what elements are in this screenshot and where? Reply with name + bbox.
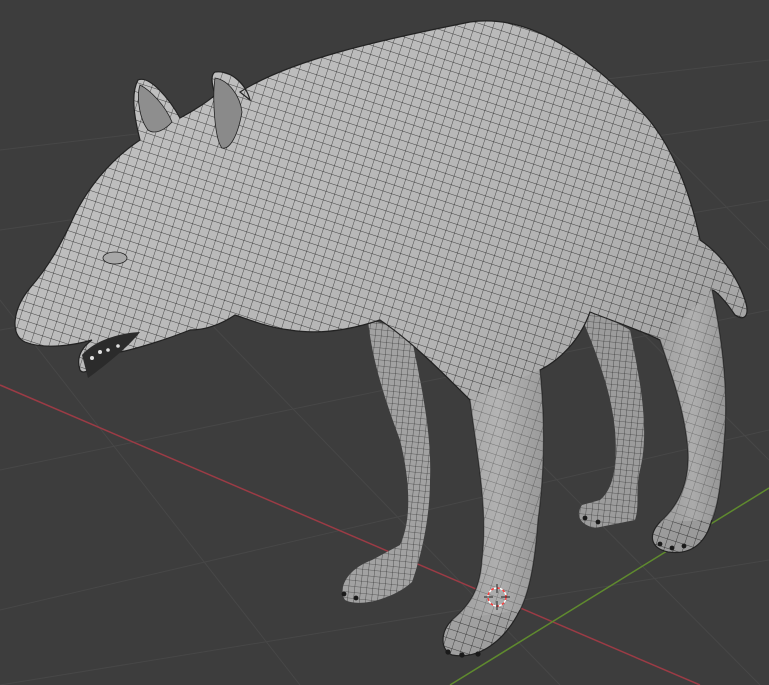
eye: [102, 251, 128, 265]
foreleg-far: [342, 320, 431, 603]
hind-leg-far: [575, 300, 645, 528]
x-axis-line: [0, 384, 701, 685]
viewport-canvas[interactable]: [0, 0, 769, 685]
3d-viewport[interactable]: [0, 0, 769, 685]
